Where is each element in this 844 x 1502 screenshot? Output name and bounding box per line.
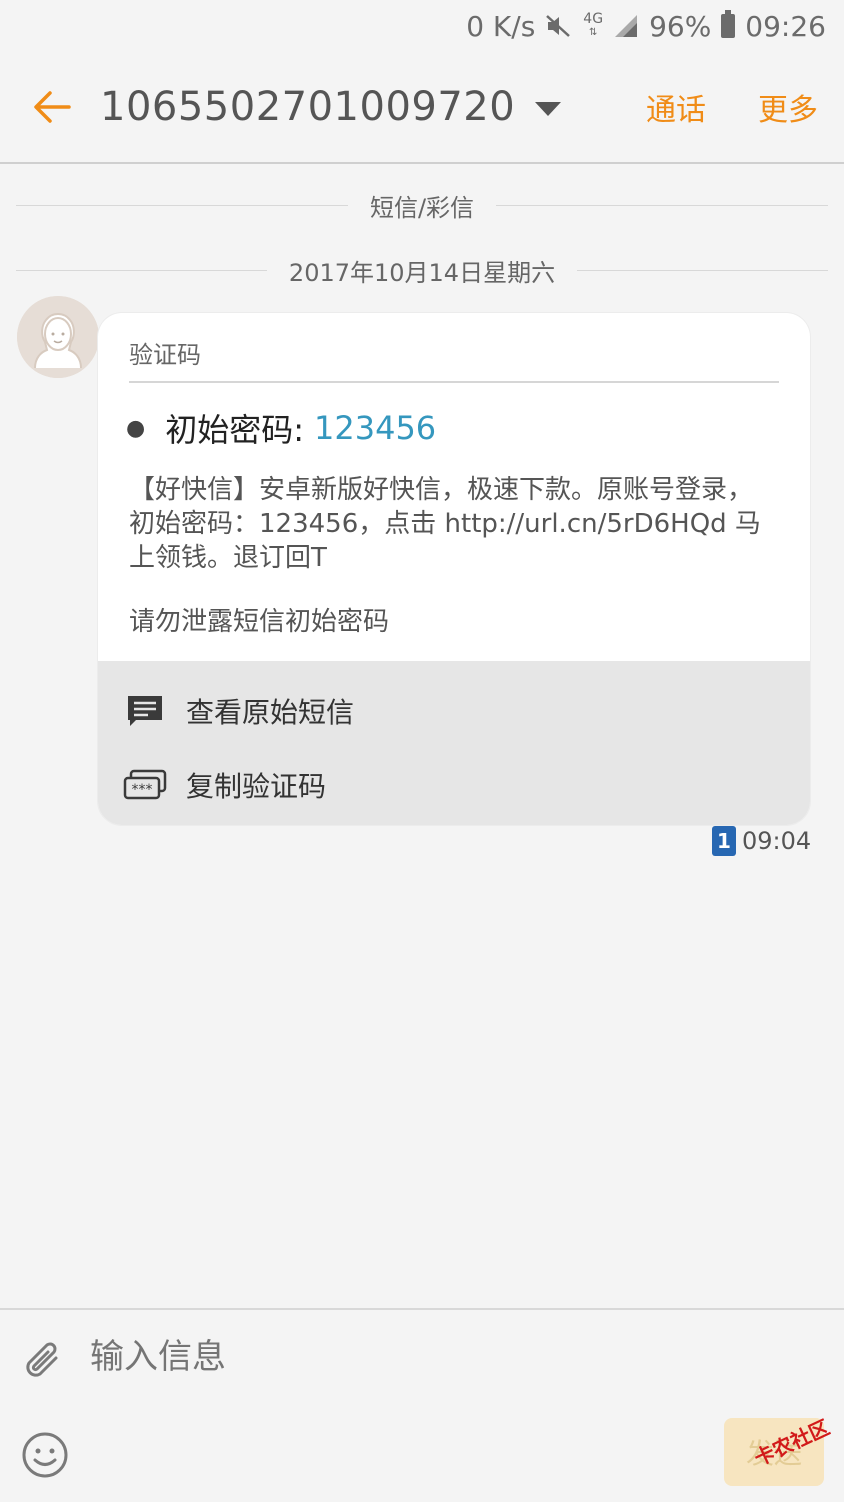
view-original-label: 查看原始短信 <box>186 696 355 729</box>
net-speed: 0 K/s <box>466 9 536 43</box>
bullet-icon: ● <box>126 415 146 441</box>
watermark-text: 卡农社区 <box>750 1414 833 1471</box>
message-input[interactable] <box>88 1336 692 1378</box>
mute-icon <box>545 14 573 38</box>
copy-code-button[interactable]: *** 复制验证码 <box>122 765 326 805</box>
message-type-label: 短信/彩信 <box>369 194 475 222</box>
message-type-divider: 短信/彩信 <box>16 188 828 223</box>
card-title: 验证码 <box>129 341 201 369</box>
status-bar: 0 K/s 4G ⇅ 96% 09:26 <box>0 0 844 52</box>
back-button[interactable] <box>18 73 86 141</box>
more-button[interactable]: 更多 <box>758 85 818 129</box>
copy-code-icon: *** <box>122 767 168 803</box>
emoji-icon[interactable] <box>20 1430 70 1480</box>
call-button[interactable]: 通话 <box>646 85 706 129</box>
avatar-icon[interactable] <box>17 296 99 378</box>
view-original-button[interactable]: 查看原始短信 <box>122 691 354 731</box>
date-label: 2017年10月14日星期六 <box>288 259 556 287</box>
copy-code-label: 复制验证码 <box>186 770 327 803</box>
message-body: 【好快信】安卓新版好快信，极速下款。原账号登录，初始密码：123456，点击 h… <box>129 475 761 573</box>
network-type: 4G <box>583 11 604 27</box>
contact-number[interactable]: 1065502701009720 <box>100 84 515 130</box>
attach-icon[interactable] <box>20 1338 72 1390</box>
sim-badge: 1 <box>712 826 736 856</box>
signal-icon <box>613 13 639 39</box>
warning-text: 请勿泄露短信初始密码 <box>129 607 390 637</box>
dropdown-arrow-icon[interactable] <box>535 102 562 116</box>
network-type-icon: 4G ⇅ <box>583 11 604 38</box>
code-value[interactable]: 123456 <box>314 409 436 447</box>
card-divider <box>129 381 779 383</box>
conversation-header: 1065502701009720 通话 更多 <box>0 52 844 164</box>
message-icon <box>122 693 168 729</box>
svg-text:***: *** <box>132 782 153 798</box>
message-time: 09:04 <box>742 827 812 855</box>
composer: 发送 <box>0 1308 844 1502</box>
battery-percent: 96% <box>649 9 712 43</box>
date-divider: 2017年10月14日星期六 <box>16 253 828 288</box>
code-line: ● 初始密码: 123456 <box>126 405 436 451</box>
bubble-actions: 查看原始短信 *** 复制验证码 <box>98 661 810 825</box>
message-timestamp: 1 09:04 <box>712 826 811 856</box>
message-bubble[interactable]: 验证码 ● 初始密码: 123456 【好快信】安卓新版好快信，极速下款。原账号… <box>98 313 810 825</box>
clock: 09:26 <box>745 9 826 43</box>
battery-icon <box>721 10 736 38</box>
code-label: 初始密码: <box>165 411 304 449</box>
back-arrow-icon <box>34 91 71 123</box>
